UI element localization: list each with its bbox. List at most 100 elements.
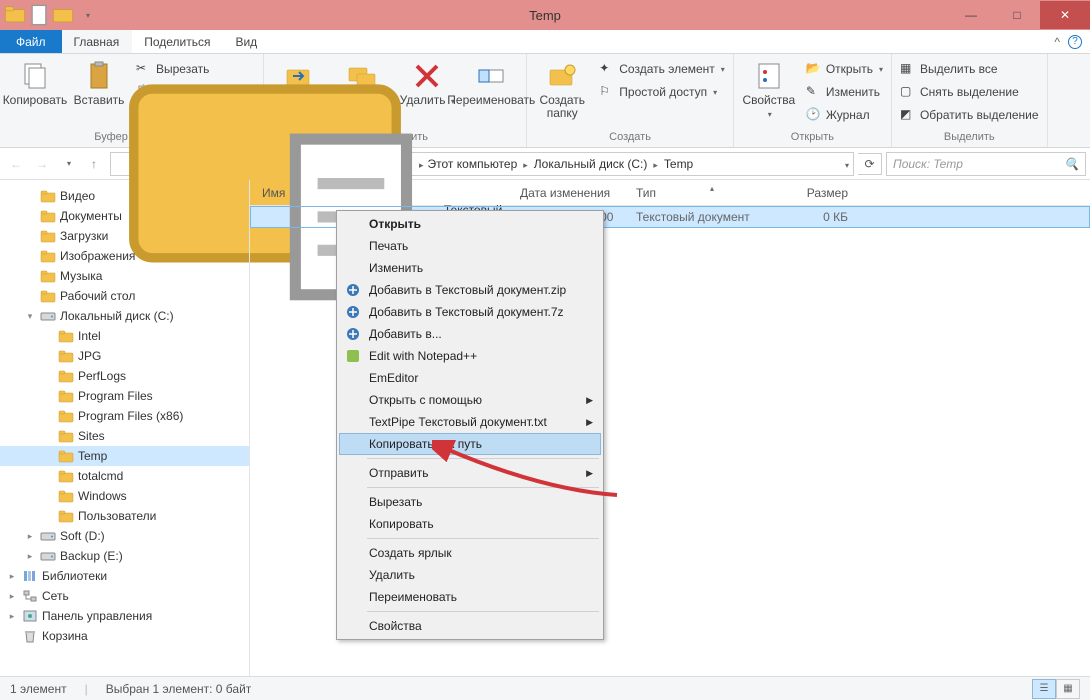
context-menu-item[interactable]: Edit with Notepad++ <box>339 345 601 367</box>
notepadpp-icon <box>345 348 361 364</box>
view-details-button[interactable]: ☰ <box>1032 679 1056 699</box>
ribbon-collapse-icon[interactable]: ^ <box>1054 35 1060 49</box>
context-menu-item[interactable]: TextPipe Текстовый документ.txt▶ <box>339 411 601 433</box>
tree-item[interactable]: totalcmd <box>0 466 249 486</box>
context-menu-item[interactable]: Копировать <box>339 513 601 535</box>
tree-item-label: Видео <box>60 189 95 203</box>
nav-history-dropdown[interactable] <box>56 152 80 176</box>
tree-item[interactable]: Program Files <box>0 386 249 406</box>
col-size[interactable]: Размер <box>788 186 868 200</box>
rename-label: Переименовать <box>447 94 535 107</box>
context-menu-item[interactable]: Открыть с помощью▶ <box>339 389 601 411</box>
tree-twisty-icon[interactable]: ▸ <box>6 591 18 602</box>
app-icon[interactable] <box>4 4 26 26</box>
history-button[interactable]: 🕑Журнал <box>802 104 887 126</box>
rename-icon <box>475 60 507 92</box>
tree-item[interactable]: Intel <box>0 326 249 346</box>
nav-up-button[interactable]: ↑ <box>82 152 106 176</box>
tree-item[interactable]: Музыка <box>0 266 249 286</box>
context-menu-item[interactable]: Вырезать <box>339 491 601 513</box>
tree-item[interactable]: ▸Сеть <box>0 586 249 606</box>
properties-button[interactable]: Свойства <box>738 56 800 120</box>
qat-newfolder-icon[interactable] <box>52 4 74 26</box>
col-date[interactable]: Дата изменения <box>520 186 636 200</box>
search-input[interactable]: Поиск: Temp 🔍 <box>886 152 1086 176</box>
tree-item[interactable]: JPG <box>0 346 249 366</box>
nav-back-button[interactable]: ← <box>4 152 28 176</box>
refresh-button[interactable]: ⟳ <box>858 153 882 175</box>
tree-item[interactable]: ▸Панель управления <box>0 606 249 626</box>
context-menu-item[interactable]: Создать ярлык <box>339 542 601 564</box>
nav-forward-button[interactable]: → <box>30 152 54 176</box>
context-menu-item[interactable]: Добавить в Текстовый документ.zip <box>339 279 601 301</box>
invert-selection-button[interactable]: ◩Обратить выделение <box>896 104 1043 126</box>
group-select-label: Выделить <box>896 129 1043 147</box>
breadcrumb-seg-2[interactable]: Temp <box>662 157 695 171</box>
context-menu-item[interactable]: Свойства <box>339 615 601 637</box>
tree-item-label: Windows <box>78 489 127 503</box>
breadcrumb-dropdown[interactable] <box>843 157 849 171</box>
context-menu-item[interactable]: Удалить <box>339 564 601 586</box>
folder-icon <box>40 268 56 284</box>
context-menu-item[interactable]: Добавить в... <box>339 323 601 345</box>
tree-item[interactable]: Видео <box>0 186 249 206</box>
tree-item[interactable]: Windows <box>0 486 249 506</box>
tree-twisty-icon[interactable]: ▸ <box>24 551 36 562</box>
qat-properties-icon[interactable] <box>28 4 50 26</box>
tree-twisty-icon[interactable]: ▸ <box>24 531 36 542</box>
col-type[interactable]: ▴Тип <box>636 186 788 200</box>
tree-item-label: Рабочий стол <box>60 289 135 303</box>
tree-item[interactable]: Sites <box>0 426 249 446</box>
tree-item[interactable]: ▸Библиотеки <box>0 566 249 586</box>
tree-item[interactable]: Загрузки <box>0 226 249 246</box>
context-menu-label: Открыть <box>369 217 421 231</box>
tree-item[interactable]: PerfLogs <box>0 366 249 386</box>
new-item-button[interactable]: ✦Создать элемент <box>595 58 729 80</box>
context-menu-item[interactable]: Копировать как путь <box>339 433 601 455</box>
copy-button[interactable]: Копировать <box>4 56 66 107</box>
new-folder-button[interactable]: Создать папку <box>531 56 593 120</box>
tree-item[interactable]: Рабочий стол <box>0 286 249 306</box>
nav-tree[interactable]: Видео ДокументыЗагрузки Изображения Музыка Р… <box>0 180 250 676</box>
easy-access-button[interactable]: ⚐Простой доступ <box>595 81 729 103</box>
select-none-button[interactable]: ▢Снять выделение <box>896 81 1043 103</box>
tree-twisty-icon[interactable]: ▸ <box>6 611 18 622</box>
select-all-button[interactable]: ▦Выделить все <box>896 58 1043 80</box>
close-button[interactable]: ✕ <box>1040 1 1090 29</box>
breadcrumb-seg-1[interactable]: Локальный диск (C:) <box>532 157 660 171</box>
help-icon[interactable]: ? <box>1068 35 1082 49</box>
rename-button[interactable]: Переименовать <box>460 56 522 107</box>
folder-icon <box>40 248 56 264</box>
edit-button[interactable]: ✎Изменить <box>802 81 887 103</box>
tree-item[interactable]: ▾Локальный диск (C:) <box>0 306 249 326</box>
context-menu-item[interactable]: Переименовать <box>339 586 601 608</box>
tree-item[interactable]: Изображения <box>0 246 249 266</box>
tree-item[interactable]: Program Files (x86) <box>0 406 249 426</box>
context-menu-item[interactable]: EmEditor <box>339 367 601 389</box>
tab-file[interactable]: Файл <box>0 30 62 53</box>
context-menu-item[interactable]: Отправить▶ <box>339 462 601 484</box>
tree-twisty-icon[interactable]: ▾ <box>24 311 36 322</box>
qat-dropdown[interactable] <box>76 4 98 26</box>
context-menu-item[interactable]: Печать <box>339 235 601 257</box>
view-icons-button[interactable]: ▦ <box>1056 679 1080 699</box>
context-menu-item[interactable]: Открыть <box>339 213 601 235</box>
tree-item[interactable]: ▸Backup (E:) <box>0 546 249 566</box>
minimize-button[interactable]: — <box>948 1 994 29</box>
library-icon <box>22 568 38 584</box>
tree-item[interactable]: Корзина <box>0 626 249 646</box>
tree-item-label: Пользователи <box>78 509 156 523</box>
context-menu-item[interactable]: Добавить в Текстовый документ.7z <box>339 301 601 323</box>
tree-twisty-icon[interactable]: ▸ <box>6 571 18 582</box>
tree-item[interactable]: ▸Soft (D:) <box>0 526 249 546</box>
folder-icon <box>58 428 74 444</box>
tree-item[interactable]: Пользователи <box>0 506 249 526</box>
maximize-button[interactable]: □ <box>994 1 1040 29</box>
context-menu-label: Вырезать <box>369 495 422 509</box>
folder-icon <box>58 348 74 364</box>
tree-item[interactable]: Документы <box>0 206 249 226</box>
tree-item-label: Изображения <box>60 249 135 263</box>
context-menu-item[interactable]: Изменить <box>339 257 601 279</box>
tree-item[interactable]: Temp <box>0 446 249 466</box>
open-button[interactable]: 📂Открыть <box>802 58 887 80</box>
